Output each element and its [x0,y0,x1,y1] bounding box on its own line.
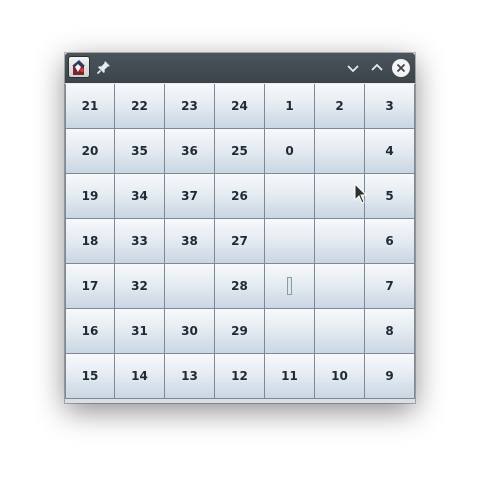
empty-tile[interactable] [265,309,315,354]
tile[interactable]: 34 [115,174,165,219]
tile[interactable]: 37 [165,174,215,219]
tile[interactable]: 1 [265,84,315,129]
tile[interactable]: 8 [365,309,415,354]
tile-label: 25 [231,144,248,158]
tile-label: 6 [385,234,394,248]
tile-label: 19 [81,189,99,203]
tile-label: 16 [81,324,99,338]
tile[interactable]: 13 [165,354,215,399]
empty-tile[interactable] [265,174,315,219]
tile-label: 31 [131,324,148,338]
tile-label: 7 [385,279,394,293]
tile-label: 11 [281,369,298,383]
tile[interactable]: 18 [65,219,115,264]
tile-label: 34 [131,189,148,203]
empty-tile[interactable] [315,309,365,354]
tile-label: 17 [81,279,99,293]
tile[interactable]: 14 [115,354,165,399]
game-window: 21 22 23 24 1 2 3 20 35 36 25 0 4 19 34 37 26 5 18 33 38 27 6 1… [65,53,415,403]
tile[interactable]: 0 [265,129,315,174]
tile[interactable]: 22 [115,84,165,129]
tile-label: 27 [231,234,248,248]
tile-label: 5 [385,189,394,203]
tile[interactable]: 17 [65,264,115,309]
tile[interactable]: 32 [115,264,165,309]
empty-tile[interactable] [315,264,365,309]
tile-label: 13 [181,369,198,383]
close-icon[interactable] [391,58,411,78]
empty-tile[interactable] [315,219,365,264]
tile[interactable]: 4 [365,129,415,174]
tile-label: 30 [181,324,198,338]
tile-label: 4 [385,144,394,158]
tile[interactable]: 26 [215,174,265,219]
tile[interactable]: 5 [365,174,415,219]
tile-label: 3 [385,99,394,113]
tile-label: 9 [385,369,394,383]
tile-label: 24 [231,99,248,113]
tile-label: 15 [81,369,99,383]
tile-label: 37 [181,189,198,203]
mouse-cursor-icon [354,183,368,204]
tile-label: 2 [335,99,344,113]
tile[interactable]: 29 [215,309,265,354]
tile-label: 1 [285,99,294,113]
tile[interactable]: 27 [215,219,265,264]
tile-label: 22 [131,99,148,113]
tile-label: 28 [231,279,248,293]
tile[interactable]: 31 [115,309,165,354]
tile[interactable]: 25 [215,129,265,174]
tile[interactable]: 11 [265,354,315,399]
tile-label: 20 [81,144,99,158]
title-bar[interactable] [65,53,415,83]
tile[interactable]: 28 [215,264,265,309]
empty-tile[interactable] [265,219,315,264]
tile-label: 18 [81,234,99,248]
puzzle-board: 21 22 23 24 1 2 3 20 35 36 25 0 4 19 34 37 26 5 18 33 38 27 6 1… [65,84,415,399]
tile-label: 12 [231,369,248,383]
tile[interactable]: 3 [365,84,415,129]
tile-label: 14 [131,369,148,383]
tile-label: 36 [181,144,198,158]
empty-tile[interactable] [315,129,365,174]
tile[interactable]: 15 [65,354,115,399]
tile-label: 29 [231,324,248,338]
tile[interactable]: 24 [215,84,265,129]
tile-label: 21 [81,99,99,113]
tile[interactable]: 35 [115,129,165,174]
empty-tile[interactable] [165,264,215,309]
text-caret: | [287,277,292,295]
tile[interactable]: 20 [65,129,115,174]
app-icon[interactable] [68,56,90,78]
tile[interactable]: 36 [165,129,215,174]
tile[interactable]: 12 [215,354,265,399]
tile[interactable]: 16 [65,309,115,354]
window-bottom-edge [65,399,415,403]
maximize-icon[interactable] [367,58,387,78]
tile[interactable]: 2 [315,84,365,129]
tile-label: 10 [331,369,348,383]
tile[interactable]: | [265,264,315,309]
tile-label: 33 [131,234,148,248]
tile[interactable]: 38 [165,219,215,264]
tile[interactable]: 19 [65,174,115,219]
tile-label: 32 [131,279,148,293]
tile[interactable]: 30 [165,309,215,354]
tile-label: 38 [181,234,198,248]
tile[interactable]: 7 [365,264,415,309]
tile-label: 35 [131,144,148,158]
minimize-icon[interactable] [343,58,363,78]
tile-label: 23 [181,99,198,113]
tile[interactable]: 10 [315,354,365,399]
tile[interactable]: 9 [365,354,415,399]
tile[interactable]: 33 [115,219,165,264]
tile-label: 0 [285,144,294,158]
tile[interactable]: 6 [365,219,415,264]
tile[interactable]: 21 [65,84,115,129]
pin-icon[interactable] [96,59,112,75]
tile-label: 26 [231,189,248,203]
tile[interactable]: 23 [165,84,215,129]
tile-label: 8 [385,324,394,338]
